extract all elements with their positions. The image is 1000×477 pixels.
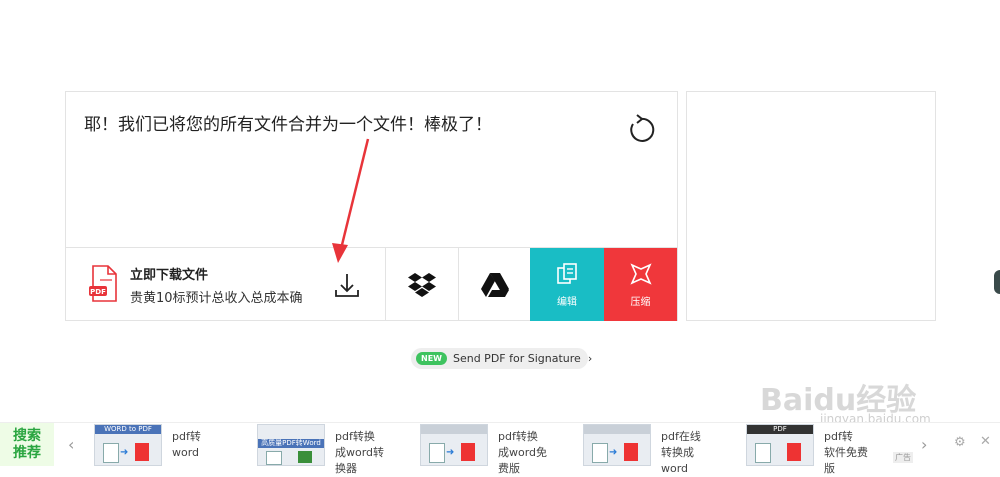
edit-icon: [556, 263, 578, 285]
send-signature-label: Send PDF for Signature: [452, 352, 581, 365]
recommend-thumbnail[interactable]: ➜: [583, 424, 651, 466]
chevron-left-icon[interactable]: ‹: [68, 435, 74, 454]
annotation-arrow: [332, 138, 370, 263]
download-icon: [335, 274, 359, 297]
reload-icon: [630, 114, 655, 142]
success-message: 耶！我们已将您的所有文件合并为一个文件！棒极了！: [84, 115, 492, 135]
recommend-thumbnail[interactable]: 高质量PDF转Word: [257, 424, 325, 466]
compress-icon: [629, 263, 652, 285]
recommend-label-line2: 推荐: [13, 445, 41, 461]
chevron-right-icon[interactable]: ›: [921, 435, 927, 454]
recommend-label: 搜索 推荐: [0, 423, 54, 466]
recommend-caption[interactable]: pdf转 软件免费 版: [824, 429, 894, 477]
svg-text:PDF: PDF: [90, 288, 106, 296]
save-to-dropbox-button[interactable]: [386, 248, 458, 321]
new-badge: NEW: [416, 352, 447, 365]
ad-label: 广告: [893, 452, 913, 463]
download-title: 立即下载文件: [130, 268, 209, 283]
pdf-file-icon: PDF: [88, 265, 118, 303]
recommend-caption[interactable]: pdf转 word: [172, 429, 242, 461]
download-filename: 贵黄10标预计总收入总成本确: [130, 291, 303, 306]
thumbnail-title: PDF: [773, 425, 787, 433]
save-to-google-drive-button[interactable]: [459, 248, 531, 321]
close-icon[interactable]: ✕: [980, 434, 991, 449]
side-panel: [686, 91, 936, 321]
recommend-caption[interactable]: pdf转换 成word免 费版: [498, 429, 568, 477]
send-signature-button[interactable]: NEW Send PDF for Signature ›: [411, 348, 592, 369]
gear-icon[interactable]: ⚙: [954, 435, 966, 450]
start-over-button[interactable]: [624, 113, 658, 147]
recommend-caption[interactable]: pdf在线 转换成 word: [661, 429, 731, 477]
recommend-label-line1: 搜索: [13, 428, 41, 444]
edit-label: 编辑: [557, 297, 577, 308]
download-button[interactable]: [332, 270, 362, 300]
chevron-right-icon: ›: [587, 352, 593, 365]
floating-edge-widget[interactable]: [994, 270, 1000, 294]
edit-pdf-button[interactable]: 编辑: [530, 248, 604, 321]
compress-pdf-button[interactable]: 压缩: [604, 248, 677, 321]
compress-label: 压缩: [630, 297, 651, 308]
google-drive-icon: [481, 272, 509, 297]
recommend-thumbnail[interactable]: ➜: [420, 424, 488, 466]
recommend-thumbnail[interactable]: WORD to PDF ➜: [94, 424, 162, 466]
thumbnail-title: 高质量PDF转Word: [261, 439, 321, 447]
dropbox-icon: [408, 272, 436, 297]
recommend-strip: 搜索 推荐 ‹ WORD to PDF ➜ pdf转 word 高质量PDF转W…: [0, 422, 1000, 475]
thumbnail-title: WORD to PDF: [104, 425, 152, 433]
recommend-caption[interactable]: pdf转换 成word转 换器: [335, 429, 405, 477]
recommend-thumbnail[interactable]: PDF: [746, 424, 814, 466]
